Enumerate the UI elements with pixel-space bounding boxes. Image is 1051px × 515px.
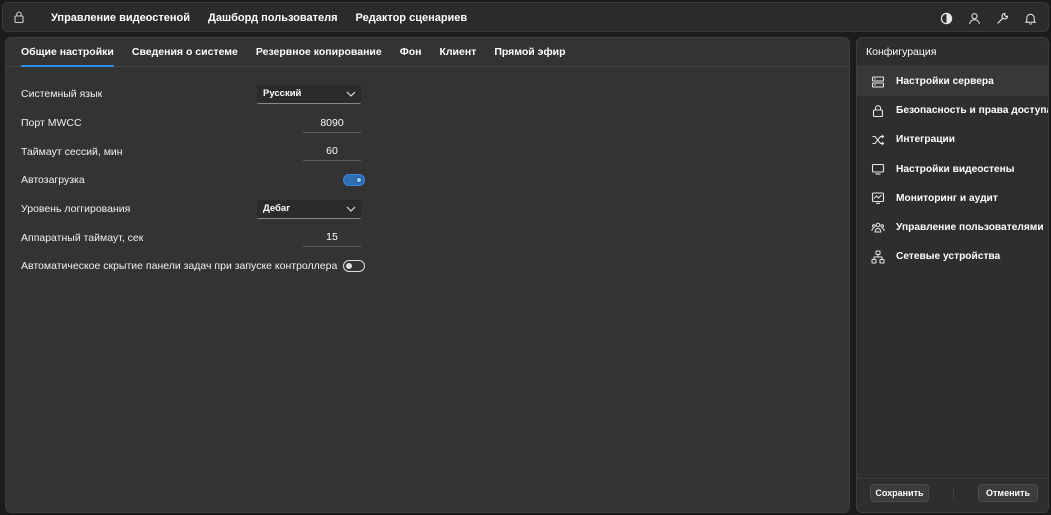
sidebar-item-label: Управление пользователями bbox=[896, 222, 1044, 234]
nav-user-dashboard[interactable]: Дашборд пользователя bbox=[208, 12, 338, 24]
users-icon bbox=[871, 222, 885, 233]
toggle-knob bbox=[356, 177, 362, 184]
autoload-label: Автозагрузка bbox=[21, 174, 85, 187]
log-level-value: Дебаг bbox=[263, 202, 291, 214]
divider bbox=[857, 478, 1048, 479]
lock-icon bbox=[872, 104, 884, 117]
hw-timeout-label: Аппаратный таймаут, сек bbox=[21, 231, 144, 244]
setting-row-autoload: Автозагрузка bbox=[21, 166, 365, 195]
sidebar-item-user-management[interactable]: Управление пользователями bbox=[857, 213, 1048, 242]
setting-row-log-level: Уровень логгирования Дебаг bbox=[21, 195, 361, 224]
session-timeout-input[interactable]: 60 bbox=[303, 142, 361, 162]
log-level-label: Уровень логгирования bbox=[21, 203, 131, 216]
chevron-down-icon bbox=[346, 91, 356, 97]
bell-icon bbox=[1024, 13, 1036, 25]
setting-row-port: Порт MWCC 8090 bbox=[21, 109, 361, 138]
hw-timeout-input[interactable]: 15 bbox=[303, 228, 361, 248]
log-level-select[interactable]: Дебаг bbox=[257, 199, 361, 219]
sidebar-menu: Настройки сервера Безопасность и права д… bbox=[857, 67, 1048, 271]
profile-button[interactable] bbox=[960, 4, 988, 32]
settings-form: Системный язык Русский Порт MWCC 8090 Та… bbox=[21, 80, 365, 281]
chevron-down-icon bbox=[346, 206, 356, 212]
autohide-taskbar-toggle[interactable] bbox=[343, 260, 365, 273]
hw-timeout-value: 15 bbox=[326, 231, 338, 244]
session-timeout-value: 60 bbox=[326, 145, 338, 158]
button-separator bbox=[953, 488, 954, 498]
top-bar: Управление видеостеной Дашборд пользоват… bbox=[2, 2, 1049, 32]
sidebar-item-label: Безопасность и права доступа bbox=[896, 105, 1049, 117]
setting-row-session-timeout: Таймаут сессий, мин 60 bbox=[21, 137, 361, 166]
monitor-icon bbox=[871, 164, 885, 175]
sidebar-item-label: Мониторинг и аудит bbox=[896, 192, 998, 204]
server-icon bbox=[871, 76, 885, 88]
tab-general[interactable]: Общие настройки bbox=[21, 38, 114, 67]
port-input[interactable]: 8090 bbox=[303, 114, 361, 133]
nav-videowall[interactable]: Управление видеостеной bbox=[51, 12, 190, 24]
tab-background[interactable]: Фон bbox=[400, 38, 422, 67]
general-settings-panel: Общие настройки Сведения о системе Резер… bbox=[5, 37, 850, 513]
cancel-button[interactable]: Отменить bbox=[978, 484, 1038, 502]
language-select[interactable]: Русский bbox=[257, 85, 361, 104]
sidebar-item-label: Настройки сервера bbox=[896, 76, 994, 88]
sidebar-item-label: Настройки видеостены bbox=[896, 163, 1015, 175]
language-value: Русский bbox=[263, 88, 302, 99]
notifications-button[interactable] bbox=[1016, 4, 1044, 32]
top-nav: Управление видеостеной Дашборд пользоват… bbox=[51, 3, 485, 33]
language-label: Системный язык bbox=[21, 88, 103, 101]
user-icon bbox=[968, 12, 980, 24]
network-icon bbox=[871, 250, 885, 264]
settings-tabs: Общие настройки Сведения о системе Резер… bbox=[6, 38, 849, 67]
nav-scenario-editor[interactable]: Редактор сценариев bbox=[356, 12, 468, 24]
contrast-icon bbox=[940, 12, 952, 24]
wrench-icon bbox=[996, 12, 1008, 24]
lock-icon[interactable] bbox=[12, 10, 26, 24]
toggle-knob bbox=[346, 262, 352, 269]
sidebar-item-server-settings[interactable]: Настройки сервера bbox=[857, 67, 1048, 97]
save-button[interactable]: Сохранить bbox=[870, 484, 929, 502]
setting-row-autohide-taskbar: Автоматическое скрытие панели задач при … bbox=[21, 252, 365, 281]
tab-backup[interactable]: Резервное копирование bbox=[256, 38, 382, 67]
session-timeout-label: Таймаут сессий, мин bbox=[21, 145, 123, 158]
sidebar-item-label: Сетевые устройства bbox=[896, 251, 1001, 263]
tools-button[interactable] bbox=[988, 4, 1016, 32]
sidebar-item-monitoring[interactable]: Мониторинг и аудит bbox=[857, 184, 1048, 213]
setting-row-language: Системный язык Русский bbox=[21, 80, 361, 109]
port-value: 8090 bbox=[320, 116, 344, 129]
theme-button[interactable] bbox=[932, 4, 960, 32]
tab-client[interactable]: Клиент bbox=[439, 38, 476, 67]
shuffle-icon bbox=[872, 134, 885, 146]
app-window: Управление видеостеной Дашборд пользоват… bbox=[0, 0, 1051, 515]
tab-system-info[interactable]: Сведения о системе bbox=[132, 38, 238, 67]
autoload-toggle[interactable] bbox=[343, 174, 365, 187]
configuration-sidebar: Конфигурация Настройки сервера Безопасно… bbox=[856, 37, 1049, 513]
sidebar-item-integrations[interactable]: Интеграции bbox=[857, 125, 1048, 154]
top-icons bbox=[932, 3, 1044, 33]
autohide-taskbar-label: Автоматическое скрытие панели задач при … bbox=[21, 260, 338, 273]
tab-live[interactable]: Прямой эфир bbox=[494, 38, 565, 67]
sidebar-item-label: Интеграции bbox=[896, 134, 956, 146]
chart-monitor-icon bbox=[871, 192, 885, 205]
sidebar-item-security[interactable]: Безопасность и права доступа bbox=[857, 96, 1048, 125]
sidebar-title: Конфигурация bbox=[866, 46, 937, 58]
setting-row-hw-timeout: Аппаратный таймаут, сек 15 bbox=[21, 223, 361, 252]
sidebar-item-videowall-settings[interactable]: Настройки видеостены bbox=[857, 155, 1048, 184]
sidebar-item-network-devices[interactable]: Сетевые устройства bbox=[857, 242, 1048, 271]
port-label: Порт MWCC bbox=[21, 117, 82, 130]
